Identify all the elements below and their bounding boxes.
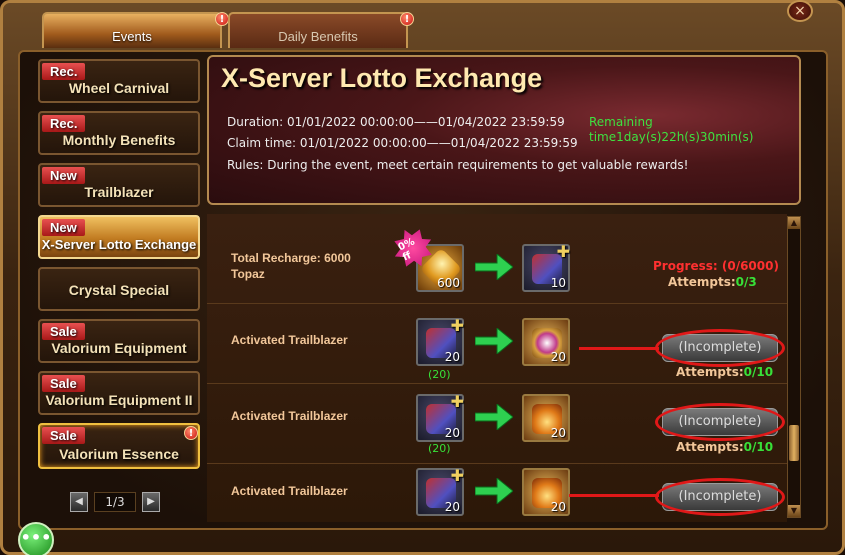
annotation-line xyxy=(569,494,659,497)
item-quantity: 20 xyxy=(444,350,460,364)
essence-reward-item[interactable]: 20 xyxy=(522,394,570,442)
attempts-label: Attempts: xyxy=(676,365,744,379)
plus-icon: ✚ xyxy=(556,242,570,261)
page-indicator: 1/3 xyxy=(94,492,136,512)
sidebar-item-label: X-Server Lotto Exchange xyxy=(41,237,197,252)
attempts-label: Attempts: xyxy=(676,440,744,454)
plus-icon: ✚ xyxy=(450,392,464,411)
sidebar-pager: ◀ 1/3 ▶ xyxy=(70,491,160,513)
tab-daily-benefits[interactable]: Daily Benefits xyxy=(228,12,408,48)
annotation-circle xyxy=(655,403,785,441)
requirement-line: Topaz xyxy=(231,267,265,281)
sidebar-item-crystal-special[interactable]: Crystal Special xyxy=(38,267,200,311)
sidebar-item-valorium-equipment-ii[interactable]: Sale Valorium Equipment II xyxy=(38,371,200,415)
tab-daily-benefits-label: Daily Benefits xyxy=(278,29,358,44)
item-quantity: 20 xyxy=(444,426,460,440)
plus-icon: ✚ xyxy=(450,466,464,485)
close-button[interactable]: × xyxy=(787,0,813,22)
sidebar-item-trailblazer[interactable]: New Trailblazer xyxy=(38,163,200,207)
item-quantity: 20 xyxy=(550,500,566,514)
event-rules: Rules: During the event, meet certain re… xyxy=(227,158,689,172)
owned-count: (20) xyxy=(428,368,451,381)
item-quantity: 10 xyxy=(550,276,566,290)
sidebar-item-wheel-carnival[interactable]: Rec. Wheel Carnival xyxy=(38,59,200,103)
tab-events-label: Events xyxy=(112,29,152,44)
item-quantity: 20 xyxy=(550,350,566,364)
mech-item[interactable]: ✚ 20 xyxy=(416,392,464,442)
sidebar-item-label: Valorium Equipment xyxy=(51,340,187,356)
list-scrollbar[interactable]: ▲ ▼ xyxy=(787,216,801,518)
sidebar-item-label: Valorium Essence xyxy=(59,446,179,462)
new-badge: New xyxy=(42,167,85,184)
sale-badge: Sale xyxy=(42,323,85,340)
sidebar-item-label: Wheel Carnival xyxy=(68,80,170,96)
mech-item[interactable]: ✚ 20 xyxy=(416,466,464,516)
attempts-text: Attempts:0/10 xyxy=(676,440,773,454)
requirement-label: Activated Trailblazer xyxy=(231,409,348,423)
alert-icon: ! xyxy=(184,426,198,440)
requirement-label: Activated Trailblazer xyxy=(231,333,348,347)
event-duration: Duration: 01/01/2022 00:00:00——01/04/202… xyxy=(227,115,565,129)
medal-reward-item[interactable]: 20 xyxy=(522,318,570,366)
list-item: Total Recharge: 6000 Topaz 600 70% off ✚… xyxy=(207,214,787,304)
attempts-value: 0/10 xyxy=(743,365,774,379)
sidebar-item-x-server-lotto-exchange[interactable]: New X-Server Lotto Exchange xyxy=(38,215,200,259)
requirement-line: Total Recharge: 6000 xyxy=(231,251,351,265)
event-banner: X-Server Lotto Exchange Duration: 01/01/… xyxy=(207,55,801,205)
annotation-circle xyxy=(655,329,785,367)
event-claim-time: Claim time: 01/01/2022 00:00:00——01/04/2… xyxy=(227,136,578,150)
new-badge: New xyxy=(42,219,85,236)
sidebar-item-valorium-essence[interactable]: Sale Valorium Essence xyxy=(38,423,200,469)
annotation-circle xyxy=(655,478,785,516)
attempts-value: 0/3 xyxy=(735,275,757,289)
tab-events[interactable]: Events xyxy=(42,12,222,48)
scroll-up-button[interactable]: ▲ xyxy=(788,217,800,229)
event-title: X-Server Lotto Exchange xyxy=(221,63,543,93)
list-item: Activated Trailblazer ✚ 20 (20) 20 (Inco… xyxy=(207,384,787,464)
attempts-label: Attempts: xyxy=(668,275,736,289)
remaining-time: Remaining time1day(s)22h(s)30min(s) xyxy=(589,115,753,145)
sidebar-item-label: Crystal Special xyxy=(68,282,170,298)
item-quantity: 20 xyxy=(444,500,460,514)
requirement-label: Activated Trailblazer xyxy=(231,484,348,498)
scroll-thumb[interactable] xyxy=(789,425,799,461)
mech-item[interactable]: ✚ 20 xyxy=(416,316,464,366)
arrow-right-icon xyxy=(475,328,513,354)
list-item: Activated Trailblazer ✚ 20 20 (Incomplet… xyxy=(207,464,787,522)
sidebar-item-label: Valorium Equipment II xyxy=(45,392,193,408)
plus-icon: ✚ xyxy=(450,316,464,335)
mech-reward-item[interactable]: ✚ 10 xyxy=(522,242,570,292)
reward-list: Total Recharge: 6000 Topaz 600 70% off ✚… xyxy=(207,214,787,522)
alert-icon: ! xyxy=(215,12,229,26)
remaining-value: time1day(s)22h(s)30min(s) xyxy=(589,130,754,144)
scroll-down-button[interactable]: ▼ xyxy=(788,505,800,517)
arrow-right-icon xyxy=(475,478,513,504)
annotation-line xyxy=(579,347,659,350)
alert-icon: ! xyxy=(400,12,414,26)
rec-badge: Rec. xyxy=(42,63,86,80)
sale-badge: Sale xyxy=(42,375,85,392)
sale-badge: Sale xyxy=(42,427,85,444)
essence-reward-item[interactable]: 20 xyxy=(522,468,570,516)
attempts-text: Attempts:0/10 xyxy=(676,365,773,379)
list-item: Activated Trailblazer ✚ 20 (20) 20 (Inco… xyxy=(207,304,787,384)
rec-badge: Rec. xyxy=(42,115,86,132)
attempts-text: Attempts:0/3 xyxy=(668,275,757,289)
sidebar-item-label: Monthly Benefits xyxy=(62,132,176,148)
sidebar-item-valorium-equipment[interactable]: Sale Valorium Equipment xyxy=(38,319,200,363)
prev-page-button[interactable]: ◀ xyxy=(70,492,88,512)
next-page-button[interactable]: ▶ xyxy=(142,492,160,512)
arrow-right-icon xyxy=(475,404,513,430)
arrow-right-icon xyxy=(475,254,513,280)
requirement-label: Total Recharge: 6000 Topaz xyxy=(231,250,351,282)
progress-text: Progress: (0/6000) xyxy=(653,259,779,273)
chat-button[interactable]: ••• xyxy=(18,522,54,555)
item-quantity: 600 xyxy=(437,276,460,290)
attempts-value: 0/10 xyxy=(743,440,774,454)
owned-count: (20) xyxy=(428,442,451,455)
item-quantity: 20 xyxy=(550,426,566,440)
sidebar-item-monthly-benefits[interactable]: Rec. Monthly Benefits xyxy=(38,111,200,155)
remaining-label: Remaining xyxy=(589,115,653,129)
sidebar-item-label: Trailblazer xyxy=(84,184,154,200)
